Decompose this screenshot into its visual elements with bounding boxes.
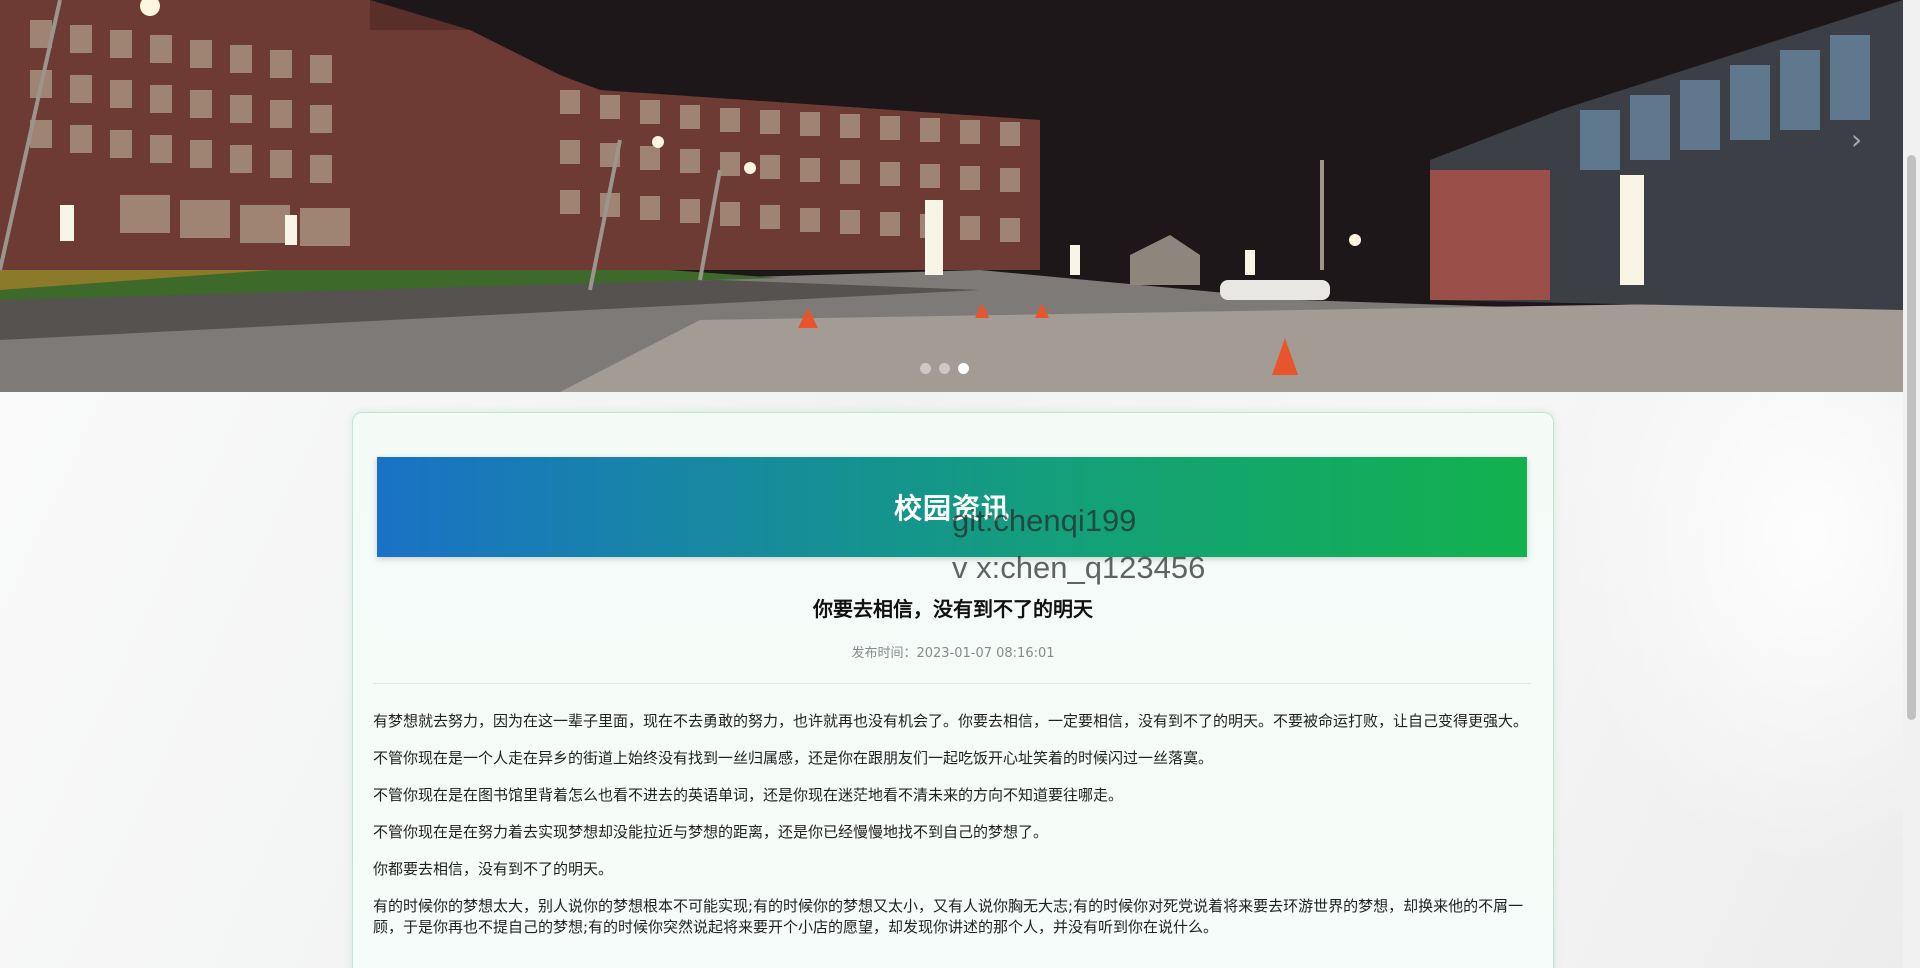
article-paragraph: 不管你现在是在图书馆里背着怎么也看不进去的英语单词，还是你现在迷茫地看不清未来的… — [373, 786, 1124, 804]
article-paragraph: 有梦想就去努力，因为在这一辈子里面，现在不去勇敢的努力，也许就再也没有机会了。你… — [373, 712, 1529, 730]
carousel-next-arrow-icon[interactable]: › — [1851, 126, 1875, 154]
page: › 校园资讯 你要去相信，没有到不了的明天 发布时间：2023-01-07 08… — [0, 0, 1920, 968]
page-scrollbar[interactable] — [1903, 0, 1920, 968]
background-decoration — [1560, 392, 1920, 872]
banner-carousel[interactable]: › — [0, 0, 1903, 392]
carousel-dot[interactable] — [920, 363, 931, 374]
watermark-line: v x:chen_q123456 — [952, 550, 1206, 585]
campus-night-photo — [0, 0, 1903, 392]
watermark-line: git:chenqi199 — [952, 503, 1137, 538]
carousel-indicators — [920, 363, 969, 374]
article-paragraph: 有的时候你的梦想太大，别人说你的梦想根本不可能实现;有的时候你的梦想又太小，又有… — [373, 897, 1524, 936]
scrollbar-thumb[interactable] — [1907, 155, 1916, 720]
article-body: 有梦想就去努力，因为在这一辈子里面，现在不去勇敢的努力，也许就再也没有机会了。你… — [373, 711, 1531, 954]
article-paragraph: 不管你现在是一个人走在异乡的街道上始终没有找到一丝归属感，还是你在跟朋友们一起吃… — [373, 749, 1214, 767]
article-paragraph: 你都要去相信，没有到不了的明天。 — [373, 860, 614, 878]
publish-time: 发布时间：2023-01-07 08:16:01 — [851, 646, 1055, 661]
carousel-dot-active[interactable] — [958, 363, 969, 374]
article-paragraph: 不管你现在是在努力着去实现梦想却没能拉近与梦想的距离，还是你已经慢慢地找不到自己… — [373, 823, 1049, 841]
news-card: 校园资讯 你要去相信，没有到不了的明天 发布时间：2023-01-07 08:1… — [352, 412, 1554, 968]
divider — [373, 683, 1531, 684]
article-title: 你要去相信，没有到不了的明天 — [813, 597, 1093, 621]
carousel-dot[interactable] — [939, 363, 950, 374]
